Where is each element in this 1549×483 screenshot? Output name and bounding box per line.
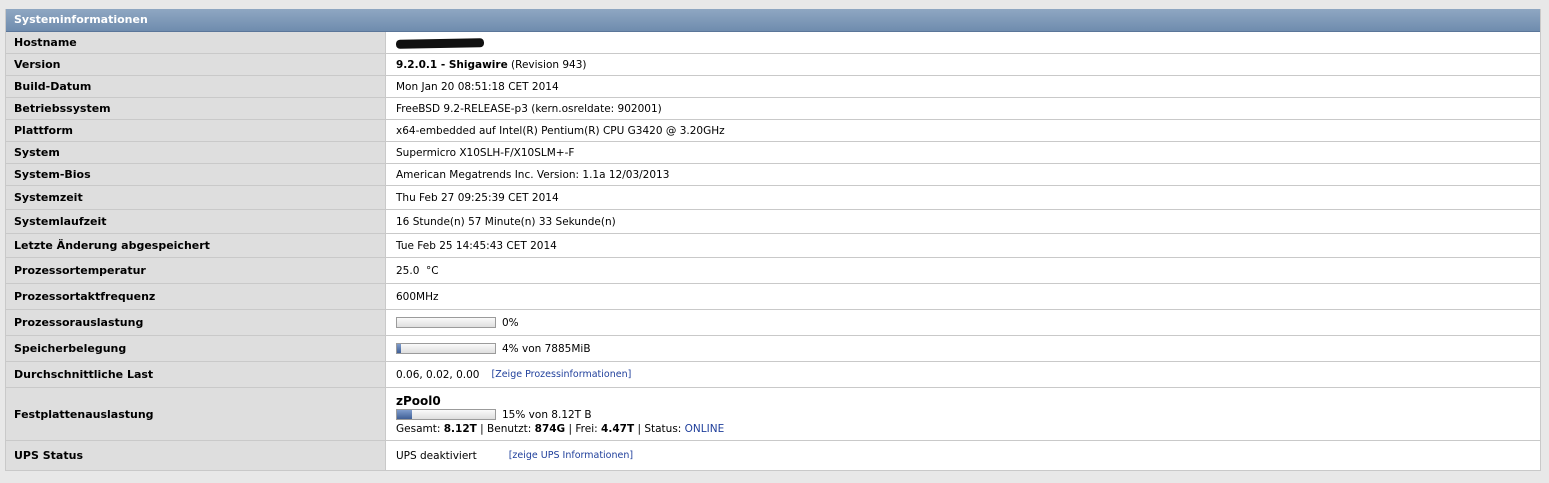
show-ups-info-link[interactable]: [zeige UPS Informationen]	[509, 450, 633, 461]
label-os: Betriebssystem	[6, 98, 386, 119]
value-system: Supermicro X10SLH-F/X10SLM+-F	[396, 146, 575, 159]
label-memory: Speicherbelegung	[6, 336, 386, 361]
label-disk: Festplattenauslastung	[6, 388, 386, 440]
row-uptime: Systemlaufzeit 16 Stunde(n) 57 Minute(n)…	[6, 210, 1540, 234]
row-version: Version 9.2.0.1 - Shigawire (Revision 94…	[6, 54, 1540, 76]
version-name: 9.2.0.1 - Shigawire	[396, 58, 508, 71]
label-hostname: Hostname	[6, 32, 386, 53]
disk-bar-fill	[397, 410, 412, 419]
memory-text: 4% von 7885MiB	[502, 342, 591, 355]
disk-free: 4.47T	[601, 422, 635, 435]
row-memory: Speicherbelegung 4% von 7885MiB	[6, 336, 1540, 362]
label-platform: Plattform	[6, 120, 386, 141]
label-system: System	[6, 142, 386, 163]
memory-bar	[396, 343, 496, 354]
row-ups: UPS Status UPS deaktiviert [zeige UPS In…	[6, 441, 1540, 471]
label-build-date: Build-Datum	[6, 76, 386, 97]
disk-bar	[396, 409, 496, 420]
load-values: 0.06, 0.02, 0.00	[396, 368, 480, 381]
value-os: FreeBSD 9.2-RELEASE-p3 (kern.osreldate: …	[396, 102, 662, 115]
redacted-hostname	[395, 37, 485, 49]
cpu-usage-bar	[396, 317, 496, 328]
disk-usage-text: 15% von 8.12T B	[502, 408, 592, 421]
row-bios: System-Bios American Megatrends Inc. Ver…	[6, 164, 1540, 186]
ups-status-value: UPS deaktiviert	[396, 449, 477, 462]
value-system-time: Thu Feb 27 09:25:39 CET 2014	[396, 191, 559, 204]
value-bios: American Megatrends Inc. Version: 1.1a 1…	[396, 168, 670, 181]
row-last-saved: Letzte Änderung abgespeichert Tue Feb 25…	[6, 234, 1540, 258]
value-cpu-freq: 600MHz	[396, 290, 439, 303]
panel-title: Systeminformationen	[6, 9, 1540, 32]
row-cpu-freq: Prozessortaktfrequenz 600MHz	[6, 284, 1540, 310]
label-bios: System-Bios	[6, 164, 386, 185]
row-system: System Supermicro X10SLH-F/X10SLM+-F	[6, 142, 1540, 164]
memory-bar-fill	[397, 344, 401, 353]
value-build-date: Mon Jan 20 08:51:18 CET 2014	[396, 80, 559, 93]
label-version: Version	[6, 54, 386, 75]
value-cpu-temp: 25.0 °C	[396, 264, 439, 277]
disk-status: ONLINE	[684, 422, 725, 435]
disk-free-label: | Frei:	[568, 422, 598, 435]
disk-used-label: | Benutzt:	[480, 422, 532, 435]
label-load: Durchschnittliche Last	[6, 362, 386, 387]
row-hostname: Hostname	[6, 32, 1540, 54]
system-info-panel: Systeminformationen Hostname Version 9.2…	[5, 9, 1541, 471]
disk-block: zPool0 15% von 8.12T B Gesamt: 8.12T | B…	[396, 394, 724, 435]
row-build-date: Build-Datum Mon Jan 20 08:51:18 CET 2014	[6, 76, 1540, 98]
row-system-time: Systemzeit Thu Feb 27 09:25:39 CET 2014	[6, 186, 1540, 210]
row-load: Durchschnittliche Last 0.06, 0.02, 0.00 …	[6, 362, 1540, 388]
disk-used: 874G	[534, 422, 566, 435]
row-cpu-temp: Prozessortemperatur 25.0 °C	[6, 258, 1540, 284]
label-cpu-usage: Prozessorauslastung	[6, 310, 386, 335]
cpu-usage-text: 0%	[502, 316, 519, 329]
label-cpu-freq: Prozessortaktfrequenz	[6, 284, 386, 309]
disk-total: 8.12T	[443, 422, 477, 435]
show-process-info-link[interactable]: [Zeige Prozessinformationen]	[492, 369, 632, 380]
pool-name: zPool0	[396, 393, 441, 408]
value-uptime: 16 Stunde(n) 57 Minute(n) 33 Sekunde(n)	[396, 215, 616, 228]
label-cpu-temp: Prozessortemperatur	[6, 258, 386, 283]
row-disk: Festplattenauslastung zPool0 15% von 8.1…	[6, 388, 1540, 441]
disk-status-label: | Status:	[637, 422, 682, 435]
disk-summary: Gesamt: 8.12T | Benutzt: 874G | Frei: 4.…	[396, 423, 724, 435]
label-uptime: Systemlaufzeit	[6, 210, 386, 233]
version-revision: (Revision 943)	[511, 58, 587, 71]
label-last-saved: Letzte Änderung abgespeichert	[6, 234, 386, 257]
label-ups: UPS Status	[6, 441, 386, 470]
value-last-saved: Tue Feb 25 14:45:43 CET 2014	[396, 239, 557, 252]
row-cpu-usage: Prozessorauslastung 0%	[6, 310, 1540, 336]
row-platform: Plattform x64-embedded auf Intel(R) Pent…	[6, 120, 1540, 142]
row-os: Betriebssystem FreeBSD 9.2-RELEASE-p3 (k…	[6, 98, 1540, 120]
label-system-time: Systemzeit	[6, 186, 386, 209]
value-platform: x64-embedded auf Intel(R) Pentium(R) CPU…	[396, 124, 725, 137]
disk-total-label: Gesamt:	[396, 422, 441, 435]
